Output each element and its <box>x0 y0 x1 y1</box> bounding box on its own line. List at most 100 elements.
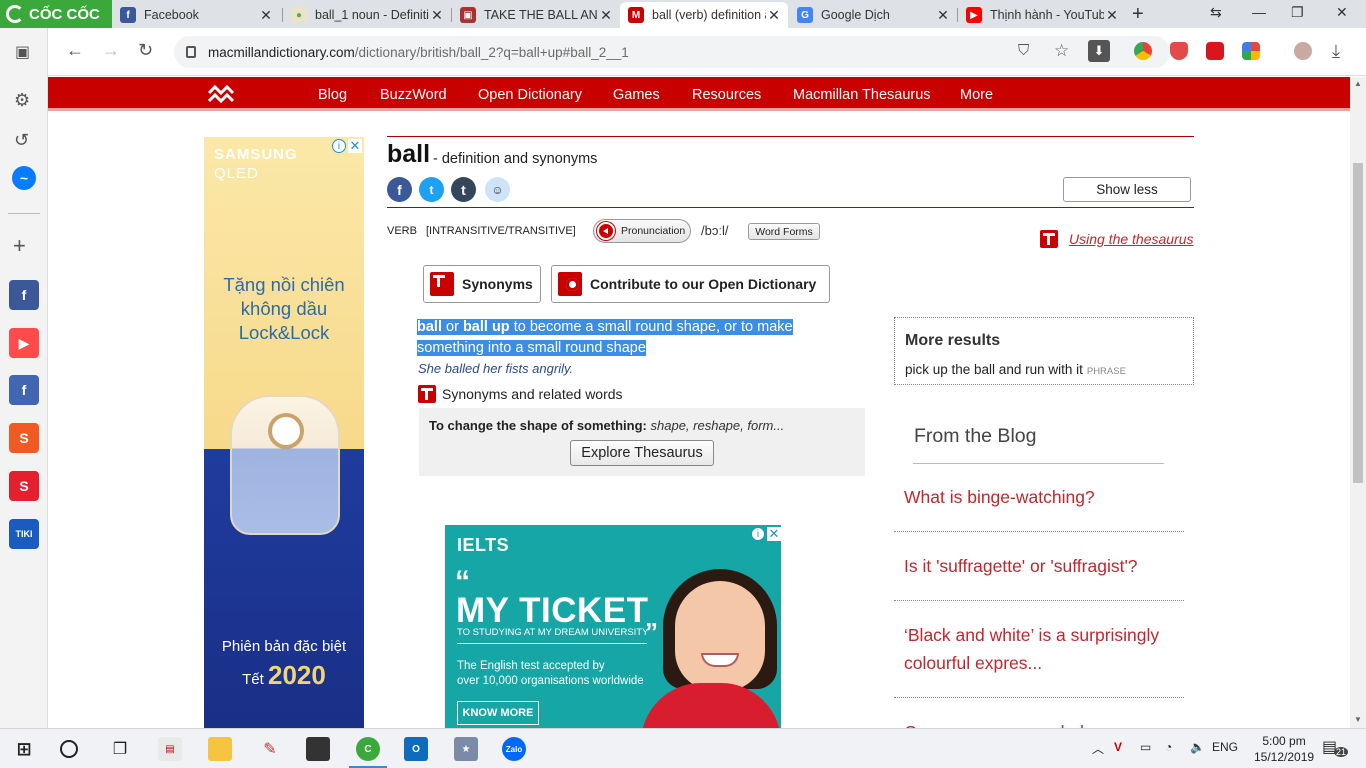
show-less-button[interactable]: Show less <box>1063 177 1191 202</box>
wifi-icon[interactable]: ◔ <box>1165 740 1172 754</box>
facebook-icon[interactable]: f <box>9 375 39 405</box>
youtube-icon[interactable]: ▶ <box>9 328 39 358</box>
nav-resources[interactable]: Resources <box>692 87 761 103</box>
history-icon[interactable]: ↺ <box>14 130 29 151</box>
nav-open-dictionary[interactable]: Open Dictionary <box>478 87 582 103</box>
sticky-notes-icon[interactable] <box>306 737 330 761</box>
paint-icon[interactable]: ✎ <box>258 737 282 761</box>
ielts-ad[interactable]: IELTS i ✕ “ MY TICKET TO STUDYING AT MY … <box>445 525 781 728</box>
add-icon[interactable]: + <box>13 233 26 259</box>
close-icon[interactable]: ✕ <box>429 7 445 24</box>
maximize-icon[interactable]: ❐ <box>1291 4 1304 21</box>
synonyms-related-link[interactable]: Synonyms and related words <box>442 386 623 402</box>
scroll-up-icon[interactable]: ▲ <box>1354 79 1362 88</box>
share-tumblr-icon[interactable]: t <box>451 177 476 202</box>
nav-blog[interactable]: Blog <box>318 87 347 103</box>
tab-google-translate[interactable]: G Google Dịch ✕ <box>789 2 957 28</box>
messenger-icon[interactable]: ~ <box>12 166 36 190</box>
nav-macmillan-thesaurus[interactable]: Macmillan Thesaurus <box>793 87 931 103</box>
outlook-icon[interactable]: O <box>404 737 428 761</box>
battery-icon[interactable]: ▭ <box>1140 740 1151 754</box>
settings-icon[interactable]: ⚙ <box>14 90 30 111</box>
close-icon[interactable]: ✕ <box>1104 7 1120 24</box>
new-tab-plus-icon[interactable]: + <box>1132 3 1144 26</box>
macmillan-logo-icon[interactable] <box>208 85 234 103</box>
volume-icon[interactable]: 🔈 <box>1190 740 1205 754</box>
ad-close-icon[interactable]: ✕ <box>348 138 362 153</box>
coccoc-logo[interactable]: CỐC CỐC <box>0 0 112 28</box>
tray-app-icon[interactable]: V <box>1114 740 1122 754</box>
download-icon[interactable]: ⬇ <box>1088 40 1110 62</box>
close-icon[interactable]: ✕ <box>766 7 782 24</box>
close-icon[interactable]: ✕ <box>598 7 614 24</box>
minimize-icon[interactable]: — <box>1252 4 1266 20</box>
back-icon[interactable]: ← <box>66 40 84 61</box>
windows-start-icon[interactable]: ⊞ <box>12 737 36 761</box>
samsung-ad[interactable]: SAMSUNG QLED i ✕ Tặng nồi chiên không dầu… <box>204 137 364 728</box>
thesaurus-words[interactable]: shape, reshape, form... <box>651 418 785 433</box>
bookmark-star-icon[interactable]: ☆ <box>1054 41 1069 61</box>
blog-link[interactable]: What is binge-watching? <box>904 483 1189 511</box>
zalo-icon[interactable]: Zalo <box>502 737 526 761</box>
blog-link[interactable]: Common curry vocabulary <box>904 718 1189 728</box>
window-close-icon[interactable]: ✕ <box>1336 4 1348 21</box>
nav-more[interactable]: More <box>960 87 993 103</box>
word-forms-button[interactable]: Word Forms <box>748 223 820 240</box>
tab-search-icon[interactable]: ⇆ <box>1210 4 1222 21</box>
shield-icon[interactable]: ⛉ <box>1018 42 1029 59</box>
ad-close-icon[interactable]: ✕ <box>767 526 781 541</box>
show-hidden-icons-icon[interactable]: ︿ <box>1092 740 1104 757</box>
file-explorer-icon[interactable] <box>208 737 232 761</box>
page-scrollbar[interactable]: ▲ ▼ <box>1350 77 1366 728</box>
app-icon[interactable]: ★ <box>454 737 478 761</box>
tab-ball-verb[interactable]: M ball (verb) definition a ✕ <box>620 2 788 28</box>
youtube-icon: ▶ <box>966 7 982 23</box>
contribute-button[interactable]: Contribute to our Open Dictionary <box>551 265 830 303</box>
app-icon[interactable]: ▤ <box>158 737 182 761</box>
tab-facebook[interactable]: f Facebook ✕ <box>112 2 280 28</box>
using-thesaurus-link[interactable]: Using the thesaurus <box>1069 231 1194 247</box>
search-icon[interactable] <box>60 740 78 758</box>
notifications-icon[interactable]: ▤ 21 <box>1322 737 1349 761</box>
sendo-icon[interactable]: S <box>9 471 39 501</box>
tiki-icon[interactable]: TIKI <box>9 519 39 549</box>
task-view-icon[interactable]: ❐ <box>108 737 132 761</box>
coccoc-taskbar-icon[interactable]: C <box>356 737 380 761</box>
share-twitter-icon[interactable]: t <box>419 177 444 202</box>
know-more-button[interactable]: KNOW MORE <box>457 701 539 725</box>
downloads-icon[interactable]: ⤓ <box>1332 41 1340 62</box>
close-icon[interactable]: ✕ <box>258 7 274 24</box>
system-clock[interactable]: 5:00 pm 15/12/2019 <box>1254 733 1314 765</box>
blog-link[interactable]: Is it 'suffragette' or 'suffragist'? <box>904 552 1189 580</box>
tab-youtube[interactable]: ▶ Thịnh hành - YouTube ✕ <box>958 2 1126 28</box>
blog-link[interactable]: ‘Black and white’ is a surprisingly colo… <box>904 621 1189 677</box>
tab-ball-noun[interactable]: ● ball_1 noun - Definitio ✕ <box>283 2 451 28</box>
scroll-down-icon[interactable]: ▼ <box>1354 715 1362 724</box>
more-results-item[interactable]: pick up the ball and run with it PHRASE <box>905 362 1126 377</box>
ad-info-icon[interactable]: i <box>751 527 765 541</box>
shopee-icon[interactable]: S <box>9 423 39 453</box>
ad-info-icon[interactable]: i <box>332 139 346 153</box>
nav-games[interactable]: Games <box>613 87 660 103</box>
profile-avatar[interactable] <box>1294 42 1312 60</box>
explore-thesaurus-button[interactable]: Explore Thesaurus <box>570 440 714 466</box>
scrollbar-thumb[interactable] <box>1353 163 1363 483</box>
close-icon[interactable]: ✕ <box>935 7 951 24</box>
extension-shield-icon[interactable] <box>1170 42 1188 60</box>
forward-icon[interactable]: → <box>102 40 120 61</box>
share-facebook-icon[interactable]: f <box>387 177 412 202</box>
pronunciation-button[interactable]: Pronunciation <box>593 219 691 243</box>
extension-sync-icon[interactable] <box>1206 42 1224 60</box>
share-reddit-icon[interactable]: ☺ <box>485 177 510 202</box>
facebook-icon[interactable]: f <box>9 280 39 310</box>
extension-chrome-icon[interactable] <box>1134 42 1152 60</box>
synonyms-button[interactable]: Synonyms <box>423 265 541 303</box>
language-indicator[interactable]: ENG <box>1212 740 1238 754</box>
extension-colors-icon[interactable] <box>1242 42 1260 60</box>
address-bar[interactable]: macmillandictionary.com/dictionary/briti… <box>174 36 1170 68</box>
nav-buzzword[interactable]: BuzzWord <box>380 87 447 103</box>
browser-toolbar: ← → ↻ macmillandictionary.com/dictionary… <box>48 28 1366 76</box>
reload-icon[interactable]: ↻ <box>138 40 153 61</box>
sidebar-panel-icon[interactable]: ▣ <box>15 42 30 62</box>
tab-take-the-ball[interactable]: ▣ TAKE THE BALL AND RU ✕ <box>452 2 620 28</box>
